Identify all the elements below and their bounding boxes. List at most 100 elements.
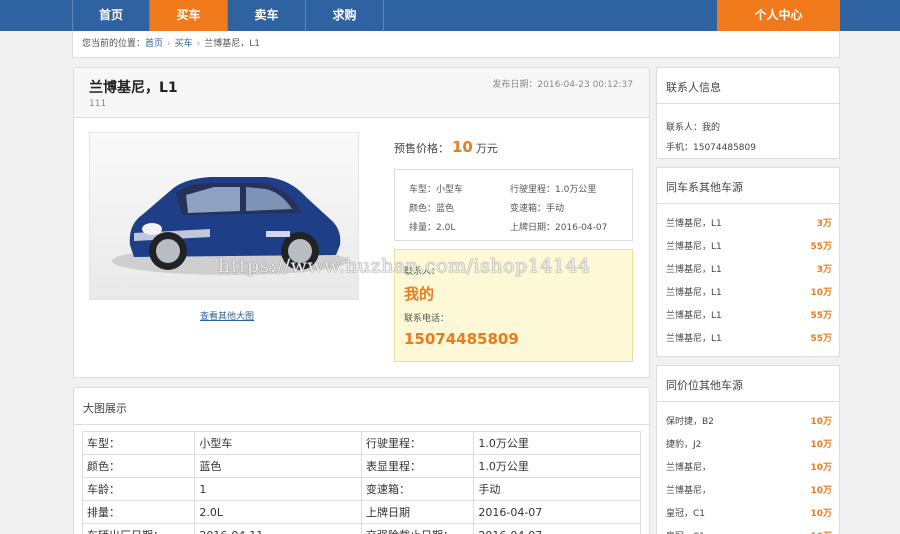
price-unit: 万元 xyxy=(475,142,498,155)
car-source-price: 10万 xyxy=(810,288,832,298)
params-row: 车龄： 1 变速箱： 手动 xyxy=(81,477,641,501)
car-source-list-item[interactable]: 兰博基尼， 10万 xyxy=(666,460,832,474)
divider xyxy=(657,203,839,204)
watermark-text: https://www.huzhan.com/ishop14144 xyxy=(218,255,591,277)
car-header: 兰博基尼，L1 111 发布日期：2016-04-23 00:12:37 xyxy=(73,67,650,118)
nav-item-buy[interactable]: 买车 xyxy=(150,0,228,31)
spec-color: 颜色：蓝色 xyxy=(409,204,455,214)
car-source-list-item[interactable]: 兰博基尼， 10万 xyxy=(666,483,832,497)
car-source-name: 兰博基尼，L1 xyxy=(666,242,722,252)
param-label: 车型： xyxy=(81,431,196,455)
params-row: 车辆出厂日期：2016-04-11交强险截止日期：2016-04-07 xyxy=(81,523,641,534)
param-value: 蓝色 xyxy=(194,454,362,478)
params-row: 排量： 2.0L 上牌日期 2016-04-07 xyxy=(81,500,641,524)
car-source-price: 10万 xyxy=(810,417,832,427)
car-source-name: 兰博基尼，L1 xyxy=(666,311,722,321)
contact-person-name: 我的 xyxy=(404,285,435,303)
param-label: 车辆出厂日期： xyxy=(81,523,196,534)
car-source-list-item[interactable]: 捷豹，J2 10万 xyxy=(666,437,832,451)
param-value: 1.0万公里 xyxy=(473,431,641,455)
param-value: 2016-04-11 xyxy=(194,523,362,534)
param-value: 小型车 xyxy=(194,431,362,455)
car-source-list-item[interactable]: 兰博基尼，L1 10万 xyxy=(666,285,832,299)
price-line: 预售价格： 10 万元 xyxy=(394,138,498,156)
breadcrumb-home-link[interactable]: 首页 xyxy=(145,39,163,49)
car-source-name: 兰博基尼， xyxy=(666,463,712,473)
sidebar-contact-person: 联系人：我的 xyxy=(666,123,721,133)
sidebar-contact-panel: 联系人信息 联系人：我的 手机：15074485809 xyxy=(656,67,840,159)
contact-phone-label: 联系电话： xyxy=(404,314,450,324)
car-source-name: 皇冠，C1 xyxy=(666,509,706,519)
param-value: 1 xyxy=(194,477,362,501)
divider xyxy=(657,103,839,104)
more-images-link[interactable]: 查看其他大图 xyxy=(200,309,254,322)
sidebar-contact-title: 联系人信息 xyxy=(666,81,721,94)
car-source-list-item[interactable]: 兰博基尼，L1 55万 xyxy=(666,331,832,345)
car-source-name: 兰博基尼， xyxy=(666,486,712,496)
car-subtitle: 111 xyxy=(89,99,107,109)
car-source-price: 10万 xyxy=(810,509,832,519)
car-source-list-item[interactable]: 兰博基尼，L1 55万 xyxy=(666,308,832,322)
car-source-list-item[interactable]: 兰博基尼，L1 3万 xyxy=(666,216,832,230)
nav-item-home[interactable]: 首页 xyxy=(72,0,150,31)
nav-item-sell[interactable]: 卖车 xyxy=(228,0,306,31)
breadcrumb-separator: › xyxy=(167,39,171,49)
user-center-button[interactable]: 个人中心 xyxy=(717,0,840,31)
car-source-price: 3万 xyxy=(816,265,832,275)
param-label: 上牌日期 xyxy=(360,500,475,524)
car-source-name: 兰博基尼，L1 xyxy=(666,288,722,298)
spec-reg-date: 上牌日期：2016-04-07 xyxy=(510,223,608,233)
divider xyxy=(74,424,649,425)
car-source-list-item[interactable]: 兰博基尼，L1 3万 xyxy=(666,262,832,276)
breadcrumb-buy-link[interactable]: 买车 xyxy=(175,39,193,49)
car-title: 兰博基尼，L1 xyxy=(89,80,178,96)
car-source-list-item[interactable]: 皇冠，C1 10万 xyxy=(666,506,832,520)
sidebar-same-price-panel: 同价位其他车源 保时捷，B2 10万 捷豹，J2 10万 兰博基尼， 10万 兰博基尼， 10… xyxy=(656,365,840,534)
car-source-list-item[interactable]: 兰博基尼，L1 55万 xyxy=(666,239,832,253)
param-value: 1.0万公里 xyxy=(473,454,641,478)
price-label: 预售价格： xyxy=(394,142,449,155)
param-label: 车龄： xyxy=(81,477,196,501)
spec-type: 车型：小型车 xyxy=(409,185,464,195)
divider xyxy=(657,401,839,402)
big-image-panel: 大图展示 车型： 小型车 行驶里程： 1.0万公里 颜色： 蓝色 表显里程： 1.0万公里 车龄… xyxy=(73,387,650,534)
car-source-price: 10万 xyxy=(810,463,832,473)
param-value: 2016-04-07 xyxy=(473,523,641,534)
param-value: 手动 xyxy=(473,477,641,501)
car-source-name: 皇冠，C1 xyxy=(666,529,705,534)
car-source-list-item[interactable]: 皇冠，C1 10万 xyxy=(666,529,832,534)
big-image-title: 大图展示 xyxy=(83,402,127,415)
car-source-list-item[interactable]: 保时捷，B2 10万 xyxy=(666,414,832,428)
spec-mileage: 行驶里程：1.0万公里 xyxy=(510,185,597,195)
car-source-price: 55万 xyxy=(810,242,832,252)
main-nav: 首页 买车 卖车 求购 xyxy=(72,0,384,31)
sidebar-same-price-title: 同价位其他车源 xyxy=(666,379,743,392)
param-label: 表显里程： xyxy=(360,454,475,478)
top-nav-bar: 首页 买车 卖车 求购 个人中心 xyxy=(0,0,900,31)
car-source-price: 55万 xyxy=(810,334,832,344)
spec-displacement: 排量：2.0L xyxy=(409,223,456,233)
car-source-name: 保时捷，B2 xyxy=(666,417,714,427)
car-source-price: 10万 xyxy=(810,529,832,534)
param-label: 变速箱： xyxy=(360,477,475,501)
param-label: 交强险截止日期： xyxy=(360,523,475,534)
car-detail-panel: 查看其他大图 预售价格： 10 万元 车型：小型车 行驶里程：1.0万公里 颜色：蓝… xyxy=(73,118,650,378)
car-source-name: 兰博基尼，L1 xyxy=(666,265,722,275)
sidebar-same-series-title: 同车系其他车源 xyxy=(666,181,743,194)
car-source-price: 10万 xyxy=(810,486,832,496)
param-label: 颜色： xyxy=(81,454,196,478)
spec-gearbox: 变速箱：手动 xyxy=(510,204,565,214)
price-value: 10 xyxy=(452,138,473,156)
spec-box: 车型：小型车 行驶里程：1.0万公里 颜色：蓝色 变速箱：手动 排量：2.0L … xyxy=(394,169,633,241)
car-source-price: 3万 xyxy=(816,219,832,229)
sidebar-contact-phone: 手机：15074485809 xyxy=(666,143,756,153)
car-source-name: 捷豹，J2 xyxy=(666,440,702,450)
params-row: 车型： 小型车 行驶里程： 1.0万公里 xyxy=(81,431,641,455)
breadcrumb-current: 兰博基尼，L1 xyxy=(204,39,261,49)
nav-item-wanted[interactable]: 求购 xyxy=(306,0,384,31)
params-row: 颜色： 蓝色 表显里程： 1.0万公里 xyxy=(81,454,641,478)
car-source-name: 兰博基尼，L1 xyxy=(666,334,722,344)
publish-date: 发布日期：2016-04-23 00:12:37 xyxy=(492,80,633,90)
params-table: 车型： 小型车 行驶里程： 1.0万公里 颜色： 蓝色 表显里程： 1.0万公里 车龄： 1 变速箱… xyxy=(81,431,641,534)
car-source-price: 55万 xyxy=(810,311,832,321)
